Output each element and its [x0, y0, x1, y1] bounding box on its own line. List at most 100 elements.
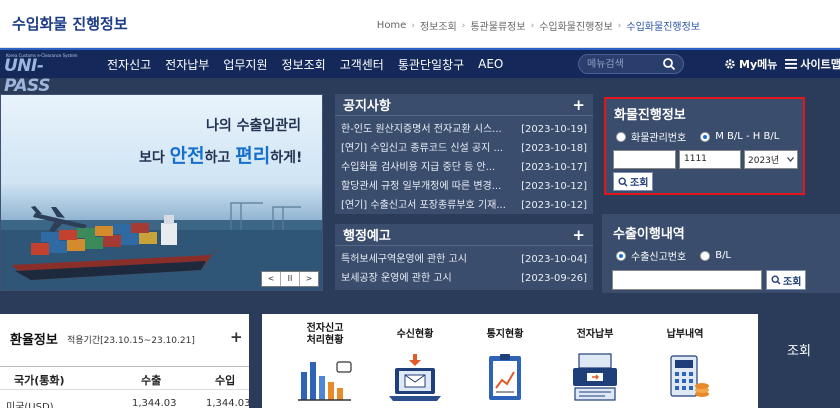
nav-item-e-declaration[interactable]: 전자신고 — [107, 56, 151, 73]
admin-item-title: 특허보세구역운영에 관한 고시 — [341, 254, 467, 265]
service-receipt-status[interactable]: 수신현황 — [370, 322, 460, 404]
banner-text: 하게! — [270, 150, 303, 166]
notice-item-date: [2023-10-17] — [521, 162, 587, 173]
notice-item-title: 수입화물 검사비용 지급 중단 등 안... — [341, 162, 496, 173]
notice-item-title: 한-인도 원산지증명서 전자교환 시스... — [341, 124, 502, 135]
radio-label: 수출신고번호 — [631, 252, 687, 263]
calculator-icon — [670, 355, 709, 397]
sitemap-button[interactable]: 사이트맵 — [785, 56, 840, 72]
banner-highlight: 편리 — [235, 145, 271, 167]
notice-header: 공지사항 + — [335, 94, 593, 116]
chevron-down-icon — [787, 157, 794, 162]
banner-text: 보다 — [139, 150, 170, 166]
export-search-type: 수출신고번호 B/L — [616, 248, 745, 263]
table-row: 미국(USD) 1,344.03 1,344.03 — [0, 394, 251, 408]
list-item[interactable]: 할당관세 규정 일부개정에 따른 변경... [2023-10-12] — [335, 177, 593, 196]
column-country: 국가(통화) — [14, 374, 65, 387]
notice-panel: 공지사항 + 한-인도 원산지증명서 전자교환 시스... [2023-10-19… — [335, 94, 593, 214]
banner-next-button[interactable]: > — [300, 272, 318, 286]
list-item[interactable]: 수입화물 검사비용 지급 중단 등 안... [2023-10-17] — [335, 158, 593, 177]
sitemap-label: 사이트맵 — [800, 58, 840, 71]
quick-services: 전자신고 처리현황 수신현황 통지현황 전자납부 납부내역 — [262, 314, 758, 408]
notice-item-title: 할당관세 규정 일부개정에 따른 변경... — [341, 181, 502, 192]
radio-export-number[interactable] — [616, 250, 626, 261]
exchange-rate-more-button[interactable]: + — [230, 328, 243, 346]
exchange-rate-header: 국가(통화) 수출 수입 — [0, 366, 249, 390]
cargo-search-button[interactable]: 조회 — [613, 172, 654, 191]
export-search-button[interactable]: 조회 — [766, 270, 807, 290]
service-label: 통지현황 — [486, 329, 524, 340]
nav-item-single-window[interactable]: 통관단일창구 — [398, 56, 464, 73]
banner-prev-button[interactable]: < — [262, 272, 281, 286]
radio-cargo-number[interactable] — [616, 131, 626, 142]
unipass-logo[interactable]: Korea Customs e-Clearance System UNI-PAS… — [4, 53, 86, 96]
export-search-label: 조회 — [783, 276, 802, 288]
export-number-input[interactable] — [612, 270, 762, 290]
admin-item-title: 보세공장 운영에 관한 고시 — [341, 273, 452, 284]
breadcrumb-home[interactable]: Home — [377, 20, 407, 31]
main-nav: Korea Customs e-Clearance System UNI-PAS… — [0, 48, 840, 96]
breadcrumb-logistics[interactable]: 통관물류정보 — [470, 18, 525, 33]
notice-more-button[interactable]: + — [572, 96, 585, 114]
service-e-payment[interactable]: 전자납부 — [550, 322, 640, 404]
nav-item-e-payment[interactable]: 전자납부 — [165, 56, 209, 73]
exchange-rate-panel: 환율정보 적용기간[23.10.15~23.10.21] + 국가(통화) 수출… — [0, 314, 251, 408]
nav-item-info-query[interactable]: 정보조회 — [282, 56, 326, 73]
banner-controls: < II > — [261, 271, 319, 287]
list-item[interactable]: [연기] 수출신고서 포장종류부호 기재... [2023-10-12] — [335, 196, 593, 215]
exchange-rate-title: 환율정보 — [10, 333, 58, 348]
cargo-progress-search: 화물진행정보 화물관리번호 M B/L - H B/L 1111 2023년 조… — [604, 97, 805, 195]
radio-bl[interactable] — [700, 250, 711, 261]
search-icon — [618, 176, 628, 186]
list-item[interactable]: 한-인도 원산지증명서 전자교환 시스... [2023-10-19] — [335, 120, 593, 139]
notice-list: 한-인도 원산지증명서 전자교환 시스... [2023-10-19] [연기] … — [335, 116, 593, 215]
service-label: 전자신고 처리현황 — [306, 323, 344, 346]
notice-item-date: [2023-10-12] — [521, 200, 587, 211]
banner-highlight: 안전 — [169, 145, 205, 167]
radio-bl-number[interactable] — [700, 131, 711, 142]
mymenu-button[interactable]: My메뉴 — [724, 56, 777, 72]
logo-text: UNI-PASS — [4, 56, 50, 96]
chevron-right-icon: › — [411, 20, 415, 31]
hbl-input[interactable]: 1111 — [679, 150, 741, 169]
chevron-right-icon: › — [461, 20, 466, 31]
service-notice-status[interactable]: 통지현황 — [460, 322, 550, 404]
menu-search — [578, 54, 684, 74]
top-header: 수입화물 진행정보 Home › 정보조회 › 통관물류정보 › 수입화물진행정… — [0, 0, 840, 48]
admin-notice-header: 행정예고 + — [335, 224, 593, 246]
list-item[interactable]: 특허보세구역운영에 관한 고시 [2023-10-04] — [335, 250, 593, 269]
nav-menu: 전자신고 전자납부 업무지원 정보조회 고객센터 통관단일창구 AEO — [100, 50, 510, 78]
chevron-right-icon: › — [530, 20, 535, 31]
breadcrumb-import-cargo[interactable]: 수입화물진행정보 — [539, 18, 613, 33]
column-import: 수입 — [215, 374, 236, 387]
breadcrumb: Home › 정보조회 › 통관물류정보 › 수입화물진행정보 › 수입화물진행… — [375, 18, 702, 33]
search-icon — [771, 275, 781, 285]
page-title: 수입화물 진행정보 — [12, 15, 128, 33]
service-e-declaration-status[interactable]: 전자신고 처리현황 — [280, 322, 370, 404]
cargo-search-type: 화물관리번호 M B/L - H B/L — [616, 129, 793, 144]
chevron-right-icon: › — [617, 20, 622, 31]
menu-search-input[interactable] — [587, 57, 663, 71]
banner-pause-button[interactable]: II — [281, 272, 300, 286]
list-item[interactable]: 보세공장 운영에 관한 고시 [2023-09-26] — [335, 269, 593, 288]
breadcrumb-current[interactable]: 수입화물진행정보 — [626, 18, 700, 33]
export-performance-search: 수출이행내역 수출신고번호 B/L 조회 — [602, 214, 840, 293]
banner-text: 하고 — [204, 150, 236, 166]
service-payment-history[interactable]: 납부내역 — [640, 322, 730, 404]
nav-item-customer-center[interactable]: 고객센터 — [340, 56, 384, 73]
nav-item-aeo[interactable]: AEO — [478, 57, 503, 71]
nav-item-support[interactable]: 업무지원 — [223, 56, 267, 73]
promo-banner[interactable]: 나의 수출입관리 보다 안전하고 편리하게! < II > — [0, 94, 323, 291]
list-item[interactable]: [연기] 수입신고 종류코드 신설 공지 ... [2023-10-18] — [335, 139, 593, 158]
mbl-input[interactable] — [613, 150, 676, 169]
admin-notice-title: 행정예고 — [343, 229, 391, 244]
service-label: 전자납부 — [576, 329, 614, 340]
breadcrumb-info[interactable]: 정보조회 — [420, 18, 457, 33]
admin-notice-panel: 행정예고 + 특허보세구역운영에 관한 고시 [2023-10-04] 보세공장 … — [335, 224, 593, 290]
search-icon[interactable] — [662, 57, 676, 71]
admin-notice-more-button[interactable]: + — [572, 226, 585, 244]
radio-label: M B/L - H B/L — [715, 131, 780, 142]
year-select[interactable]: 2023년 — [744, 150, 798, 169]
query-button[interactable]: 조회 — [758, 314, 840, 384]
admin-notice-list: 특허보세구역운영에 관한 고시 [2023-10-04] 보세공장 운영에 관한 … — [335, 246, 593, 288]
